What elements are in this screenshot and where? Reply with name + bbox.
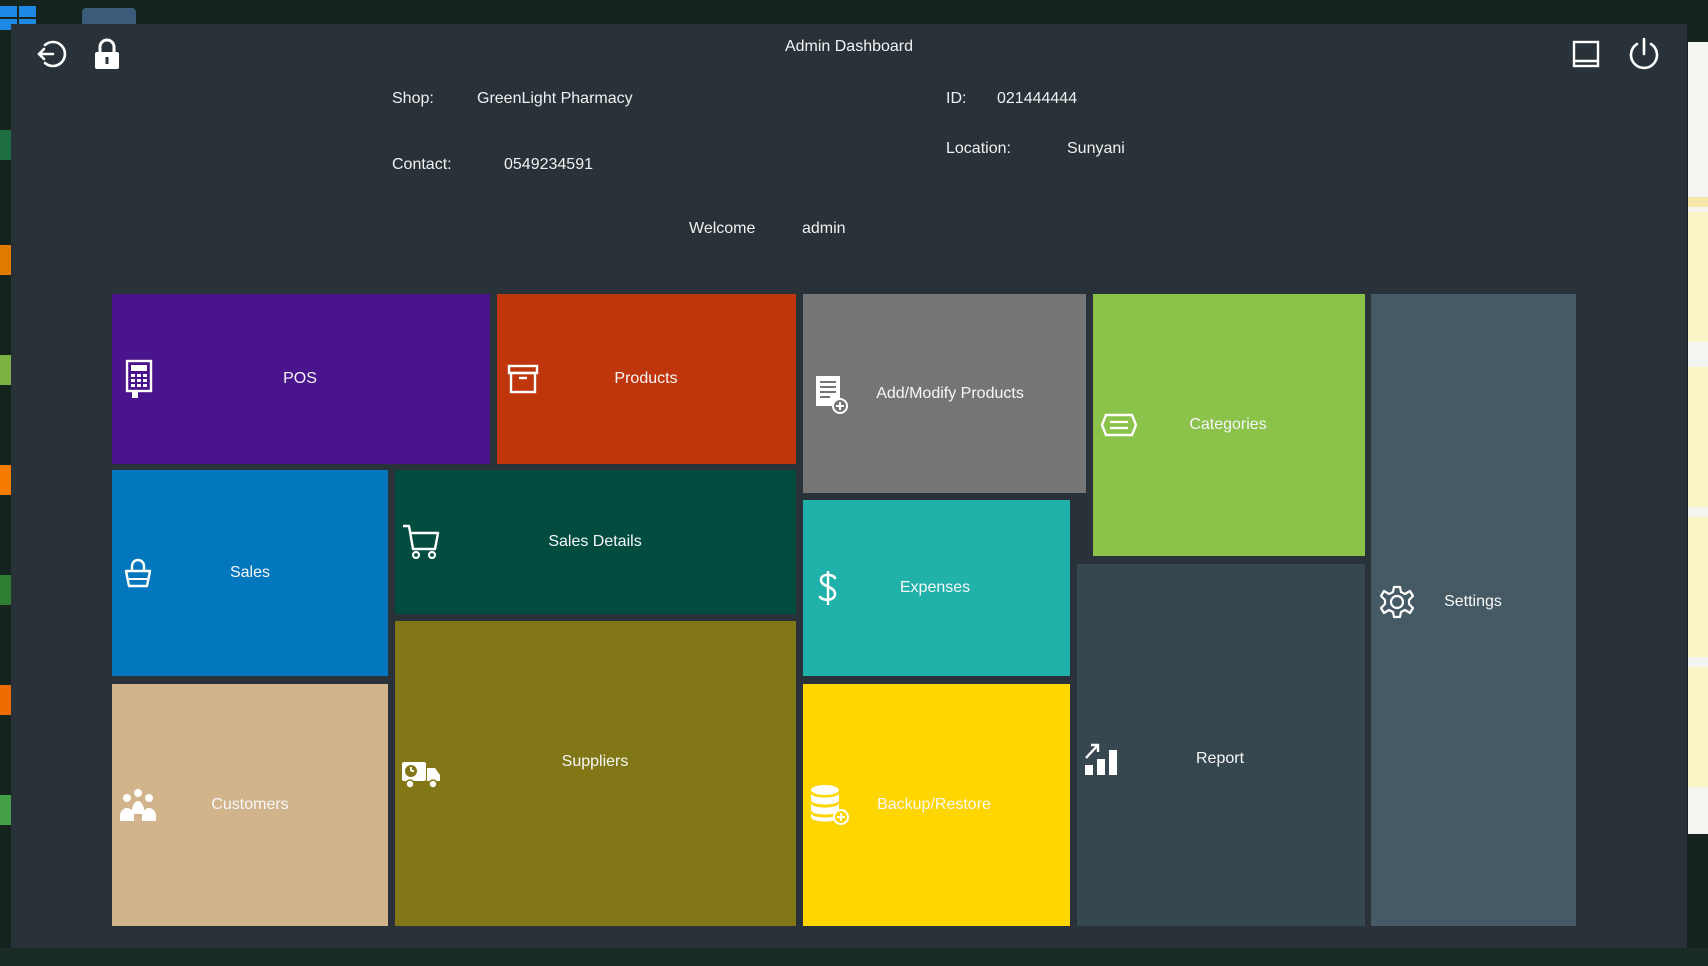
sales-tile[interactable]: Sales: [112, 470, 388, 676]
location-value: Sunyani: [1067, 140, 1125, 157]
power-button[interactable]: [1624, 34, 1664, 74]
tile-label: Sales: [229, 564, 271, 581]
tile-label: Add/Modify Products: [876, 385, 1024, 402]
shop-name: GreenLight Pharmacy: [477, 90, 633, 107]
id-label: ID:: [946, 90, 967, 107]
report-tile[interactable]: Report: [1077, 564, 1365, 926]
tile-label: Sales Details: [548, 533, 642, 550]
lock-button[interactable]: [87, 34, 127, 74]
calculator-icon: [125, 359, 153, 399]
logout-icon: [34, 37, 68, 71]
tile-label: Customers: [211, 796, 289, 813]
minimize-button[interactable]: [1566, 34, 1606, 74]
desktop-wallpaper: [0, 948, 1708, 966]
location-label: Location:: [946, 140, 1011, 157]
expenses-tile[interactable]: Expenses: [803, 500, 1070, 676]
contact-value: 0549234591: [504, 156, 593, 173]
categories-tile[interactable]: Categories: [1093, 294, 1365, 556]
delivery-truck-icon: [400, 758, 442, 790]
cart-icon: [401, 523, 441, 561]
backup-restore-tile[interactable]: Backup/Restore: [803, 684, 1070, 926]
tile-label: Expenses: [899, 579, 971, 596]
pos-tile[interactable]: POS: [112, 294, 490, 464]
welcome-label: Welcome: [689, 220, 756, 237]
tile-label: Categories: [1189, 416, 1267, 433]
dollar-icon: [817, 569, 839, 607]
logout-button[interactable]: [31, 34, 71, 74]
chart-icon: [1083, 741, 1123, 777]
tile-label: Products: [614, 370, 678, 387]
gear-icon: [1379, 584, 1415, 620]
tag-icon: [1099, 412, 1139, 438]
background-window-edge: [1688, 42, 1708, 834]
tile-label: POS: [283, 370, 317, 387]
add-modify-products-tile[interactable]: Add/Modify Products: [803, 294, 1086, 493]
lock-icon: [92, 37, 122, 71]
window-title: Admin Dashboard: [784, 38, 914, 55]
customers-tile[interactable]: Customers: [112, 684, 388, 926]
database-add-icon: [809, 784, 849, 826]
people-icon: [118, 788, 158, 822]
settings-tile[interactable]: Settings: [1371, 294, 1576, 926]
suppliers-tile[interactable]: Suppliers: [395, 621, 796, 926]
tile-label: Report: [1195, 750, 1245, 767]
archive-box-icon: [507, 364, 539, 394]
admin-dashboard-window: Admin Dashboard Shop: GreenLight Pharmac…: [11, 24, 1687, 948]
tile-label: Backup/Restore: [877, 796, 991, 813]
shopping-bag-icon: [122, 557, 154, 589]
shop-label: Shop:: [392, 90, 434, 107]
sales-details-tile[interactable]: Sales Details: [395, 470, 796, 614]
id-value: 021444444: [997, 90, 1078, 107]
minimize-icon: [1571, 39, 1601, 69]
contact-label: Contact:: [392, 156, 452, 173]
welcome-username: admin: [802, 220, 846, 237]
document-add-icon: [814, 374, 848, 414]
power-icon: [1626, 36, 1662, 72]
products-tile[interactable]: Products: [497, 294, 796, 464]
tile-label: Suppliers: [561, 753, 629, 770]
tile-label: Settings: [1444, 593, 1502, 610]
